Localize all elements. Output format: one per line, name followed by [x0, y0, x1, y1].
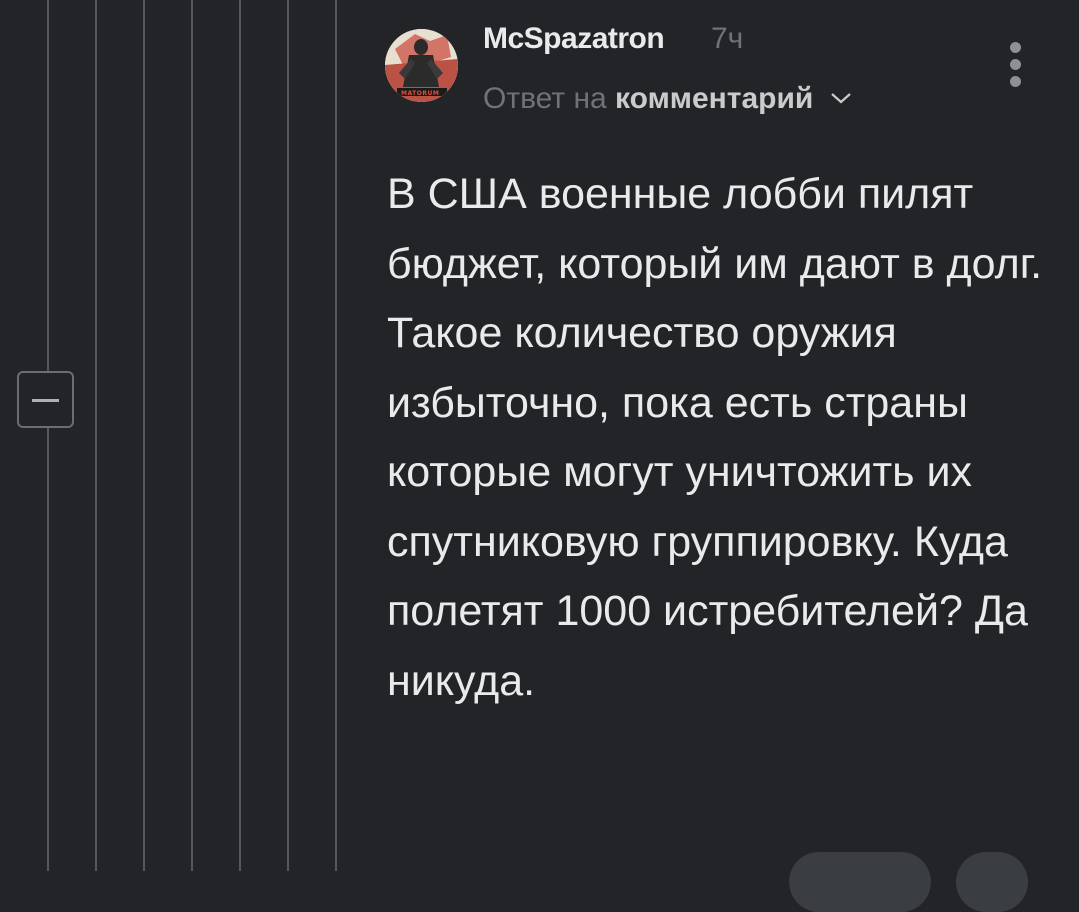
thread-line — [95, 0, 97, 871]
action-button[interactable] — [956, 852, 1028, 912]
reply-prefix: Ответ на — [483, 82, 607, 115]
thread-line — [287, 0, 289, 871]
thread-line — [335, 0, 337, 871]
minus-icon — [32, 399, 59, 402]
comment-text: В США военные лобби пилят бюджет, которы… — [387, 170, 1043, 705]
post-time: 7ч — [711, 22, 744, 55]
thread-line — [47, 0, 49, 871]
avatar-caption: MATORUM — [401, 90, 440, 97]
collapse-thread-button[interactable] — [17, 371, 74, 428]
dot — [1010, 76, 1021, 87]
thread-line — [239, 0, 241, 871]
dot — [1010, 59, 1021, 70]
reply-to-comment-link[interactable]: комментарий — [615, 82, 813, 115]
reply-to-line: Ответ на комментарий — [483, 82, 852, 116]
more-options-button[interactable] — [998, 40, 1034, 90]
avatar[interactable]: MATORUM — [385, 29, 458, 102]
chevron-down-icon[interactable] — [830, 79, 852, 113]
action-button[interactable] — [789, 852, 931, 912]
author-name[interactable]: McSpazatron — [483, 22, 665, 56]
dot — [1010, 42, 1021, 53]
thread-line — [191, 0, 193, 871]
thread-line — [143, 0, 145, 871]
